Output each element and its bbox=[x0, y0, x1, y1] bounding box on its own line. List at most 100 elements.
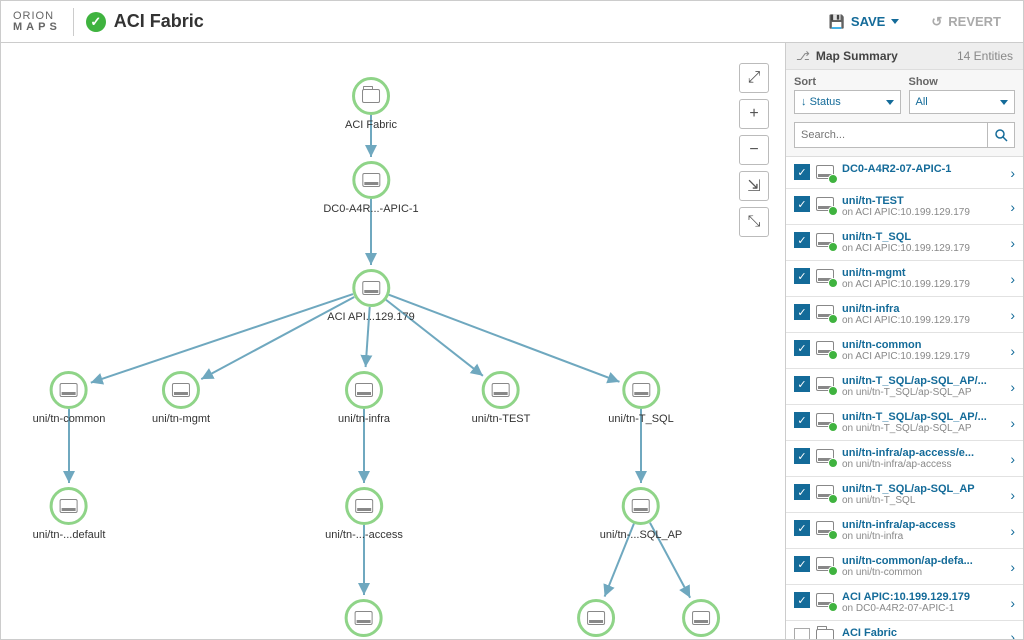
chevron-right-icon[interactable]: › bbox=[1010, 559, 1015, 575]
save-button[interactable]: 💾 SAVE bbox=[819, 8, 910, 36]
entity-name[interactable]: uni/tn-T_SQL/ap-SQL_AP/... bbox=[842, 411, 1004, 423]
chevron-right-icon[interactable]: › bbox=[1010, 487, 1015, 503]
search-button[interactable] bbox=[987, 122, 1015, 148]
entity-checkbox[interactable]: ✓ bbox=[794, 304, 810, 320]
entity-name[interactable]: uni/tn-TEST bbox=[842, 195, 1004, 207]
map-node[interactable]: ACI Fabric bbox=[345, 77, 397, 131]
map-node[interactable]: uni/tn-...default bbox=[33, 487, 106, 541]
map-node[interactable]: uni/tn-..._G1_EPG bbox=[551, 599, 641, 639]
entity-row[interactable]: ✓ uni/tn-infra/ap-access/e... on uni/tn-… bbox=[786, 441, 1023, 477]
entity-checkbox[interactable]: ✓ bbox=[794, 628, 810, 639]
entity-icon-wrap bbox=[816, 592, 836, 610]
show-dropdown[interactable]: All bbox=[909, 90, 1016, 114]
chevron-right-icon[interactable]: › bbox=[1010, 235, 1015, 251]
entity-row[interactable]: ✓ uni/tn-mgmt on ACI APIC:10.199.129.179… bbox=[786, 261, 1023, 297]
entity-row[interactable]: ✓ uni/tn-T_SQL/ap-SQL_AP/... on uni/tn-T… bbox=[786, 369, 1023, 405]
entity-row[interactable]: ✓ uni/tn-T_SQL/ap-SQL_AP on uni/tn-T_SQL… bbox=[786, 477, 1023, 513]
chevron-right-icon[interactable]: › bbox=[1010, 595, 1015, 611]
entity-checkbox[interactable]: ✓ bbox=[794, 268, 810, 284]
map-node[interactable]: uni/tn-...default bbox=[328, 599, 401, 639]
map-node[interactable]: ACI API...129.179 bbox=[327, 269, 414, 323]
map-node[interactable]: uni/tn-T_SQL bbox=[608, 371, 673, 425]
layout-tool[interactable]: ⤢ bbox=[739, 63, 769, 93]
device-icon bbox=[355, 611, 373, 625]
entity-row[interactable]: ✓ uni/tn-infra on ACI APIC:10.199.129.17… bbox=[786, 297, 1023, 333]
entity-icon-wrap bbox=[816, 232, 836, 250]
entity-name[interactable]: uni/tn-mgmt bbox=[842, 267, 1004, 279]
entity-checkbox[interactable]: ✓ bbox=[794, 340, 810, 356]
map-node[interactable]: uni/tn-mgmt bbox=[152, 371, 210, 425]
zoom-out-button[interactable]: − bbox=[739, 135, 769, 165]
map-node[interactable]: uni/tn-...SQL_AP bbox=[600, 487, 683, 541]
entity-row[interactable]: ✓ uni/tn-TEST on ACI APIC:10.199.129.179… bbox=[786, 189, 1023, 225]
entity-row[interactable]: ✓ uni/tn-T_SQL on ACI APIC:10.199.129.17… bbox=[786, 225, 1023, 261]
status-dot bbox=[828, 566, 838, 576]
entity-row[interactable]: ✓ uni/tn-infra/ap-access on uni/tn-infra… bbox=[786, 513, 1023, 549]
entity-name[interactable]: uni/tn-common/ap-defa... bbox=[842, 555, 1004, 567]
entity-name[interactable]: uni/tn-infra bbox=[842, 303, 1004, 315]
node-label: uni/tn-...SQL_AP bbox=[600, 529, 683, 541]
chevron-right-icon[interactable]: › bbox=[1010, 629, 1015, 640]
entity-name[interactable]: uni/tn-common bbox=[842, 339, 1004, 351]
entity-row[interactable]: ✓ ACI APIC:10.199.129.179 on DC0-A4R2-07… bbox=[786, 585, 1023, 621]
entity-name[interactable]: ACI Fabric bbox=[842, 627, 1004, 639]
canvas-tools: ⤢ + − ⇲ ⤡ bbox=[739, 63, 769, 237]
entity-checkbox[interactable]: ✓ bbox=[794, 520, 810, 536]
map-node[interactable]: uni/tn-...-access bbox=[325, 487, 403, 541]
entity-checkbox[interactable]: ✓ bbox=[794, 484, 810, 500]
fullscreen-button[interactable]: ⤡ bbox=[739, 207, 769, 237]
map-node[interactable]: uni/tn-infra bbox=[338, 371, 390, 425]
entity-name[interactable]: ACI APIC:10.199.129.179 bbox=[842, 591, 1004, 603]
status-dot bbox=[828, 494, 838, 504]
node-label: uni/tn-T_SQL bbox=[608, 413, 673, 425]
save-dropdown-caret bbox=[891, 19, 899, 24]
chevron-right-icon[interactable]: › bbox=[1010, 343, 1015, 359]
chevron-right-icon[interactable]: › bbox=[1010, 199, 1015, 215]
device-icon bbox=[355, 499, 373, 513]
status-dot bbox=[828, 530, 838, 540]
chevron-right-icon[interactable]: › bbox=[1010, 165, 1015, 181]
entity-checkbox[interactable]: ✓ bbox=[794, 448, 810, 464]
device-icon bbox=[587, 611, 605, 625]
chevron-right-icon[interactable]: › bbox=[1010, 415, 1015, 431]
entity-row[interactable]: ✓ ACI Fabric › bbox=[786, 621, 1023, 639]
entity-list[interactable]: ✓ DC0-A4R2-07-APIC-1 › ✓ uni/tn-TEST on … bbox=[786, 157, 1023, 639]
map-node[interactable]: DC0-A4R...-APIC-1 bbox=[323, 161, 418, 215]
entity-row[interactable]: ✓ uni/tn-T_SQL/ap-SQL_AP/... on uni/tn-T… bbox=[786, 405, 1023, 441]
entity-row[interactable]: ✓ uni/tn-common on ACI APIC:10.199.129.1… bbox=[786, 333, 1023, 369]
entity-checkbox[interactable]: ✓ bbox=[794, 232, 810, 248]
entity-checkbox[interactable]: ✓ bbox=[794, 556, 810, 572]
chevron-right-icon[interactable]: › bbox=[1010, 451, 1015, 467]
map-node[interactable]: uni/tn-common bbox=[33, 371, 106, 425]
entity-checkbox[interactable]: ✓ bbox=[794, 412, 810, 428]
canvas[interactable]: ACI Fabric DC0-A4R...-APIC-1 ACI API...129… bbox=[1, 43, 785, 639]
entity-name[interactable]: uni/tn-T_SQL/ap-SQL_AP/... bbox=[842, 375, 1004, 387]
node-label: DC0-A4R...-APIC-1 bbox=[323, 203, 418, 215]
entity-checkbox[interactable]: ✓ bbox=[794, 592, 810, 608]
entity-name[interactable]: uni/tn-T_SQL/ap-SQL_AP bbox=[842, 483, 1004, 495]
chevron-right-icon[interactable]: › bbox=[1010, 271, 1015, 287]
sort-dropdown[interactable]: ↓ Status bbox=[794, 90, 901, 114]
map-node[interactable]: uni/tn-TEST bbox=[472, 371, 531, 425]
node-circle bbox=[345, 487, 383, 525]
chevron-right-icon[interactable]: › bbox=[1010, 379, 1015, 395]
entity-checkbox[interactable]: ✓ bbox=[794, 164, 810, 180]
fit-button[interactable]: ⇲ bbox=[739, 171, 769, 201]
entity-checkbox[interactable]: ✓ bbox=[794, 376, 810, 392]
branch-icon: ⎇ bbox=[796, 49, 810, 63]
entity-name[interactable]: uni/tn-infra/ap-access bbox=[842, 519, 1004, 531]
entity-name[interactable]: DC0-A4R2-07-APIC-1 bbox=[842, 163, 1004, 175]
entity-name[interactable]: uni/tn-T_SQL bbox=[842, 231, 1004, 243]
revert-button[interactable]: ↺ REVERT bbox=[921, 8, 1011, 36]
entity-checkbox[interactable]: ✓ bbox=[794, 196, 810, 212]
sort-label: Sort bbox=[794, 76, 901, 88]
entity-row[interactable]: ✓ uni/tn-common/ap-defa... on uni/tn-com… bbox=[786, 549, 1023, 585]
search-input[interactable] bbox=[794, 122, 987, 148]
entity-name[interactable]: uni/tn-infra/ap-access/e... bbox=[842, 447, 1004, 459]
entity-row[interactable]: ✓ DC0-A4R2-07-APIC-1 › bbox=[786, 157, 1023, 189]
chevron-right-icon[interactable]: › bbox=[1010, 307, 1015, 323]
chevron-right-icon[interactable]: › bbox=[1010, 523, 1015, 539]
status-dot bbox=[828, 350, 838, 360]
zoom-in-button[interactable]: + bbox=[739, 99, 769, 129]
map-node[interactable]: uni/tn-..._G2_EPG bbox=[656, 599, 746, 639]
